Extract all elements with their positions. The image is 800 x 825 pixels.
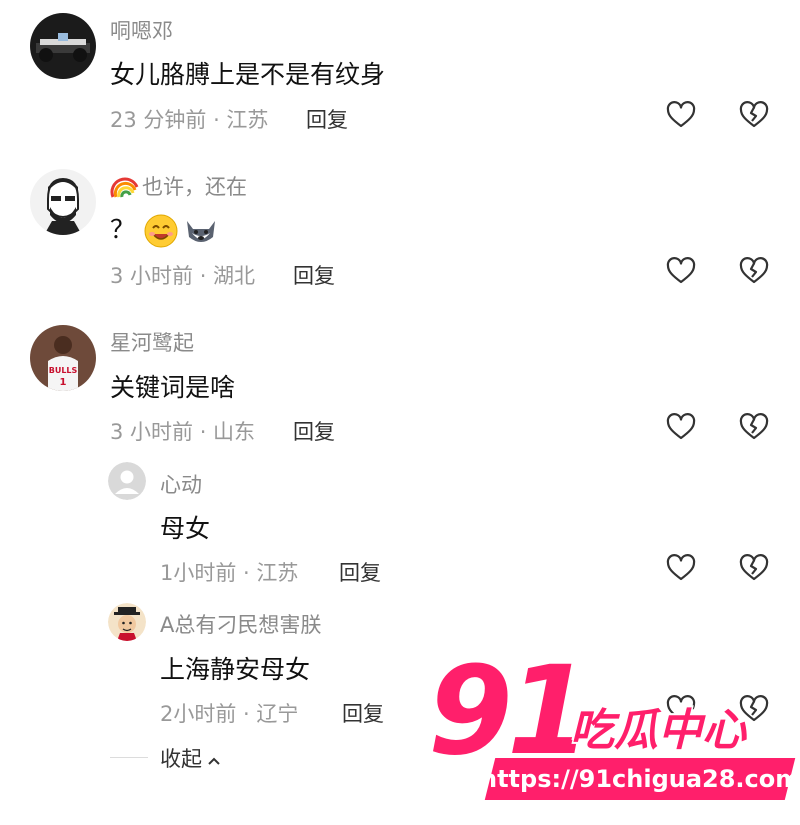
comment-meta: 3 小时前 · 山东 xyxy=(110,420,256,444)
reply-button[interactable]: 回复 xyxy=(339,557,381,587)
reply-button[interactable]: 回复 xyxy=(293,260,335,290)
reply-text: 母女 xyxy=(160,514,211,543)
comment-username-row[interactable]: 也许，还在 xyxy=(110,171,247,201)
heart-outline-icon[interactable] xyxy=(665,255,697,287)
chevron-up-icon xyxy=(206,750,222,766)
comment-username[interactable]: 星河鹭起 xyxy=(110,327,194,357)
rainbow-icon xyxy=(110,173,140,199)
reply-meta: 1小时前 · 江苏 xyxy=(160,561,299,585)
husky-emoji xyxy=(183,213,219,249)
basketball-player-avatar[interactable]: BULLS 1 xyxy=(30,325,96,391)
broken-heart-icon[interactable] xyxy=(738,99,770,131)
svg-text:1: 1 xyxy=(60,377,67,388)
comment-text: 女儿胳膊上是不是有纹身 xyxy=(110,60,386,89)
watermark-text: 吃瓜中心 xyxy=(570,705,746,756)
reply-button[interactable]: 回复 xyxy=(293,416,335,446)
watermark-url: https://91chigua28.com xyxy=(479,765,800,793)
collapse-divider xyxy=(110,757,148,758)
heart-outline-icon[interactable] xyxy=(665,552,697,584)
watermark-url-banner: https://91chigua28.com xyxy=(480,758,800,800)
broken-heart-icon[interactable] xyxy=(738,411,770,443)
broken-heart-icon[interactable] xyxy=(738,255,770,287)
comment-text: ？ xyxy=(110,215,136,244)
reply-username[interactable]: 心动 xyxy=(160,469,202,499)
reply-text: 上海静安母女 xyxy=(160,655,311,684)
comment-username[interactable]: 哃嗯邓 xyxy=(110,15,173,45)
broken-heart-icon[interactable] xyxy=(738,552,770,584)
bearded-man-avatar[interactable] xyxy=(30,169,96,235)
comment-username: 也许，还在 xyxy=(142,175,247,199)
collapse-label: 收起 xyxy=(160,747,202,771)
svg-text:BULLS: BULLS xyxy=(49,366,78,375)
reply-meta: 2小时前 · 辽宁 xyxy=(160,702,299,726)
reply-username[interactable]: A总有刁民想害朕 xyxy=(160,609,321,639)
comment-meta: 23 分钟前 · 江苏 xyxy=(110,108,269,132)
emperor-avatar[interactable] xyxy=(108,603,146,641)
comment-text: 关键词是啥 xyxy=(110,373,236,402)
reply-button[interactable]: 回复 xyxy=(342,698,384,728)
smile-emoji xyxy=(143,213,179,249)
comment-text-row: ？ xyxy=(110,210,219,249)
collapse-replies-button[interactable]: 收起 xyxy=(160,743,222,773)
heart-outline-icon[interactable] xyxy=(665,99,697,131)
default-user-avatar[interactable] xyxy=(108,462,146,500)
comments-page: 哃嗯邓 女儿胳膊上是不是有纹身 23 分钟前 · 江苏 回复 也许，还在 ？ 3… xyxy=(0,0,800,825)
race-car-avatar[interactable] xyxy=(30,13,96,79)
comment-meta: 3 小时前 · 湖北 xyxy=(110,264,256,288)
reply-button[interactable]: 回复 xyxy=(306,104,348,134)
heart-outline-icon[interactable] xyxy=(665,411,697,443)
site-watermark: 91 吃瓜中心 https://91chigua28.com xyxy=(418,640,800,825)
